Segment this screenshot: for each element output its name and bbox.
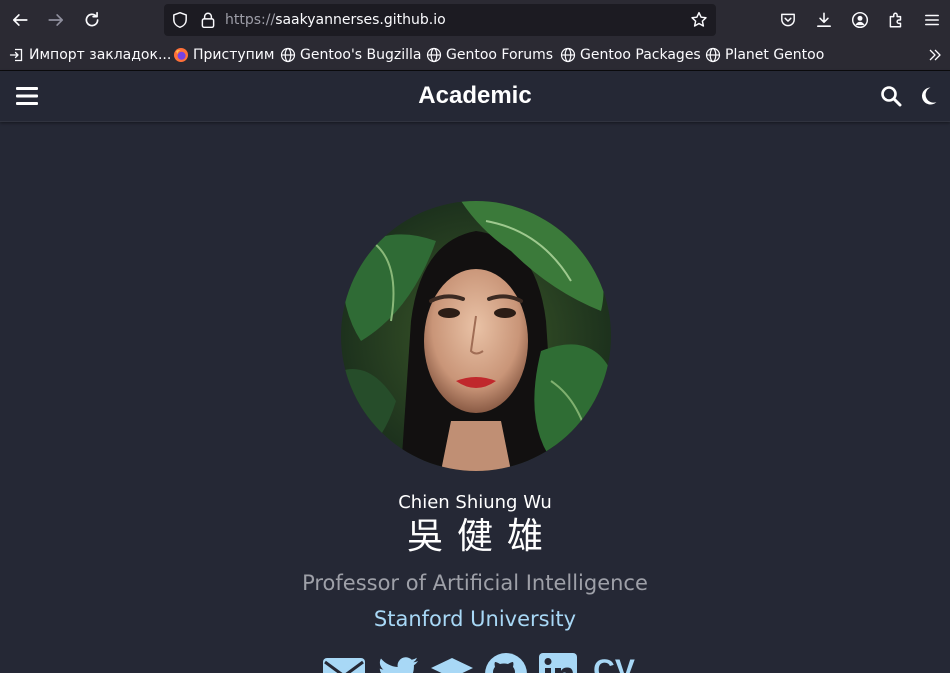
- arrow-right-icon: [48, 14, 64, 26]
- bookmark-import[interactable]: Импорт закладок...: [9, 45, 171, 65]
- account-icon: [851, 11, 869, 29]
- profile-avatar: [341, 201, 611, 471]
- download-icon: [817, 12, 831, 27]
- import-icon: [9, 48, 23, 62]
- arrow-left-icon: [12, 14, 28, 26]
- extensions-button[interactable]: [882, 6, 910, 34]
- profile-role: Professor of Artificial Intelligence: [302, 571, 648, 595]
- account-button[interactable]: [846, 6, 874, 34]
- reload-button[interactable]: [78, 6, 106, 34]
- url-scheme: https://: [225, 12, 276, 28]
- lock-icon[interactable]: [199, 11, 217, 29]
- globe-icon: [426, 47, 442, 63]
- reload-icon: [85, 11, 99, 27]
- bookmark-label: Импорт закладок...: [29, 47, 172, 63]
- profile-name: Chien Shiung Wu: [398, 492, 552, 513]
- pocket-button[interactable]: [774, 6, 802, 34]
- url-host: saakyannerses.github.io: [275, 12, 446, 28]
- bookmark-label: Gentoo Forums: [446, 47, 554, 63]
- globe-icon: [280, 47, 296, 63]
- bookmark-label: Приступим: [193, 47, 275, 63]
- bookmark-gentoo-bugzilla[interactable]: Gentoo's Bugzilla: [280, 45, 422, 65]
- profile-organization: Stanford University: [0, 606, 950, 632]
- url-text[interactable]: https://saakyannerses.github.io: [225, 11, 446, 29]
- back-button[interactable]: [6, 6, 34, 34]
- bookmark-label: Planet Gentoo: [725, 47, 825, 63]
- globe-icon: [560, 47, 576, 63]
- bookmark-label: Gentoo's Bugzilla: [300, 47, 422, 63]
- address-bar[interactable]: https://saakyannerses.github.io: [164, 4, 716, 36]
- organization-link[interactable]: Stanford University: [374, 607, 576, 631]
- moon-icon: [921, 87, 937, 105]
- app-menu-button[interactable]: [918, 6, 946, 34]
- google-scholar-link[interactable]: [430, 652, 474, 673]
- site-brand[interactable]: Academic: [0, 82, 950, 110]
- avatar-photo: [341, 201, 611, 471]
- linkedin-icon: [539, 653, 577, 673]
- bookmarks-overflow-button[interactable]: [927, 45, 947, 65]
- envelope-icon: [323, 658, 365, 673]
- cv-icon[interactable]: CV: [592, 656, 636, 673]
- email-link[interactable]: [322, 652, 366, 673]
- github-icon: [485, 653, 527, 673]
- bookmark-gentoo-forums[interactable]: Gentoo Forums: [426, 45, 553, 65]
- linkedin-link[interactable]: [538, 652, 582, 673]
- bookmark-planet-gentoo[interactable]: Planet Gentoo: [705, 45, 824, 65]
- shield-icon[interactable]: [171, 11, 189, 29]
- pocket-icon: [781, 13, 795, 27]
- puzzle-icon: [889, 12, 902, 28]
- theme-toggle-button[interactable]: [916, 85, 940, 107]
- twitter-link[interactable]: [376, 652, 420, 673]
- bookmark-label: Gentoo Packages: [580, 47, 701, 63]
- social-links: CV: [322, 652, 636, 673]
- downloads-button[interactable]: [810, 6, 838, 34]
- hamburger-menu-icon: [925, 14, 939, 26]
- bookmark-getting-started[interactable]: Приступим: [173, 45, 274, 65]
- bookmark-star-icon[interactable]: [690, 11, 708, 29]
- bookmark-gentoo-packages[interactable]: Gentoo Packages: [560, 45, 701, 65]
- bookmarks-bar: Импорт закладок... Приступим Gentoo's Bu…: [0, 40, 950, 71]
- globe-icon: [705, 47, 721, 63]
- browser-toolbar: https://saakyannerses.github.io: [0, 0, 950, 40]
- forward-button[interactable]: [42, 6, 70, 34]
- firefox-icon: [174, 48, 188, 62]
- profile-name-chinese: 吳健雄: [406, 516, 557, 557]
- twitter-icon: [379, 657, 418, 673]
- graduation-cap-icon: [431, 658, 473, 673]
- chevron-double-right-icon: [929, 49, 941, 61]
- search-button[interactable]: [879, 85, 903, 107]
- site-navbar: Academic: [0, 71, 950, 122]
- github-link[interactable]: [484, 652, 528, 673]
- search-icon: [881, 86, 902, 107]
